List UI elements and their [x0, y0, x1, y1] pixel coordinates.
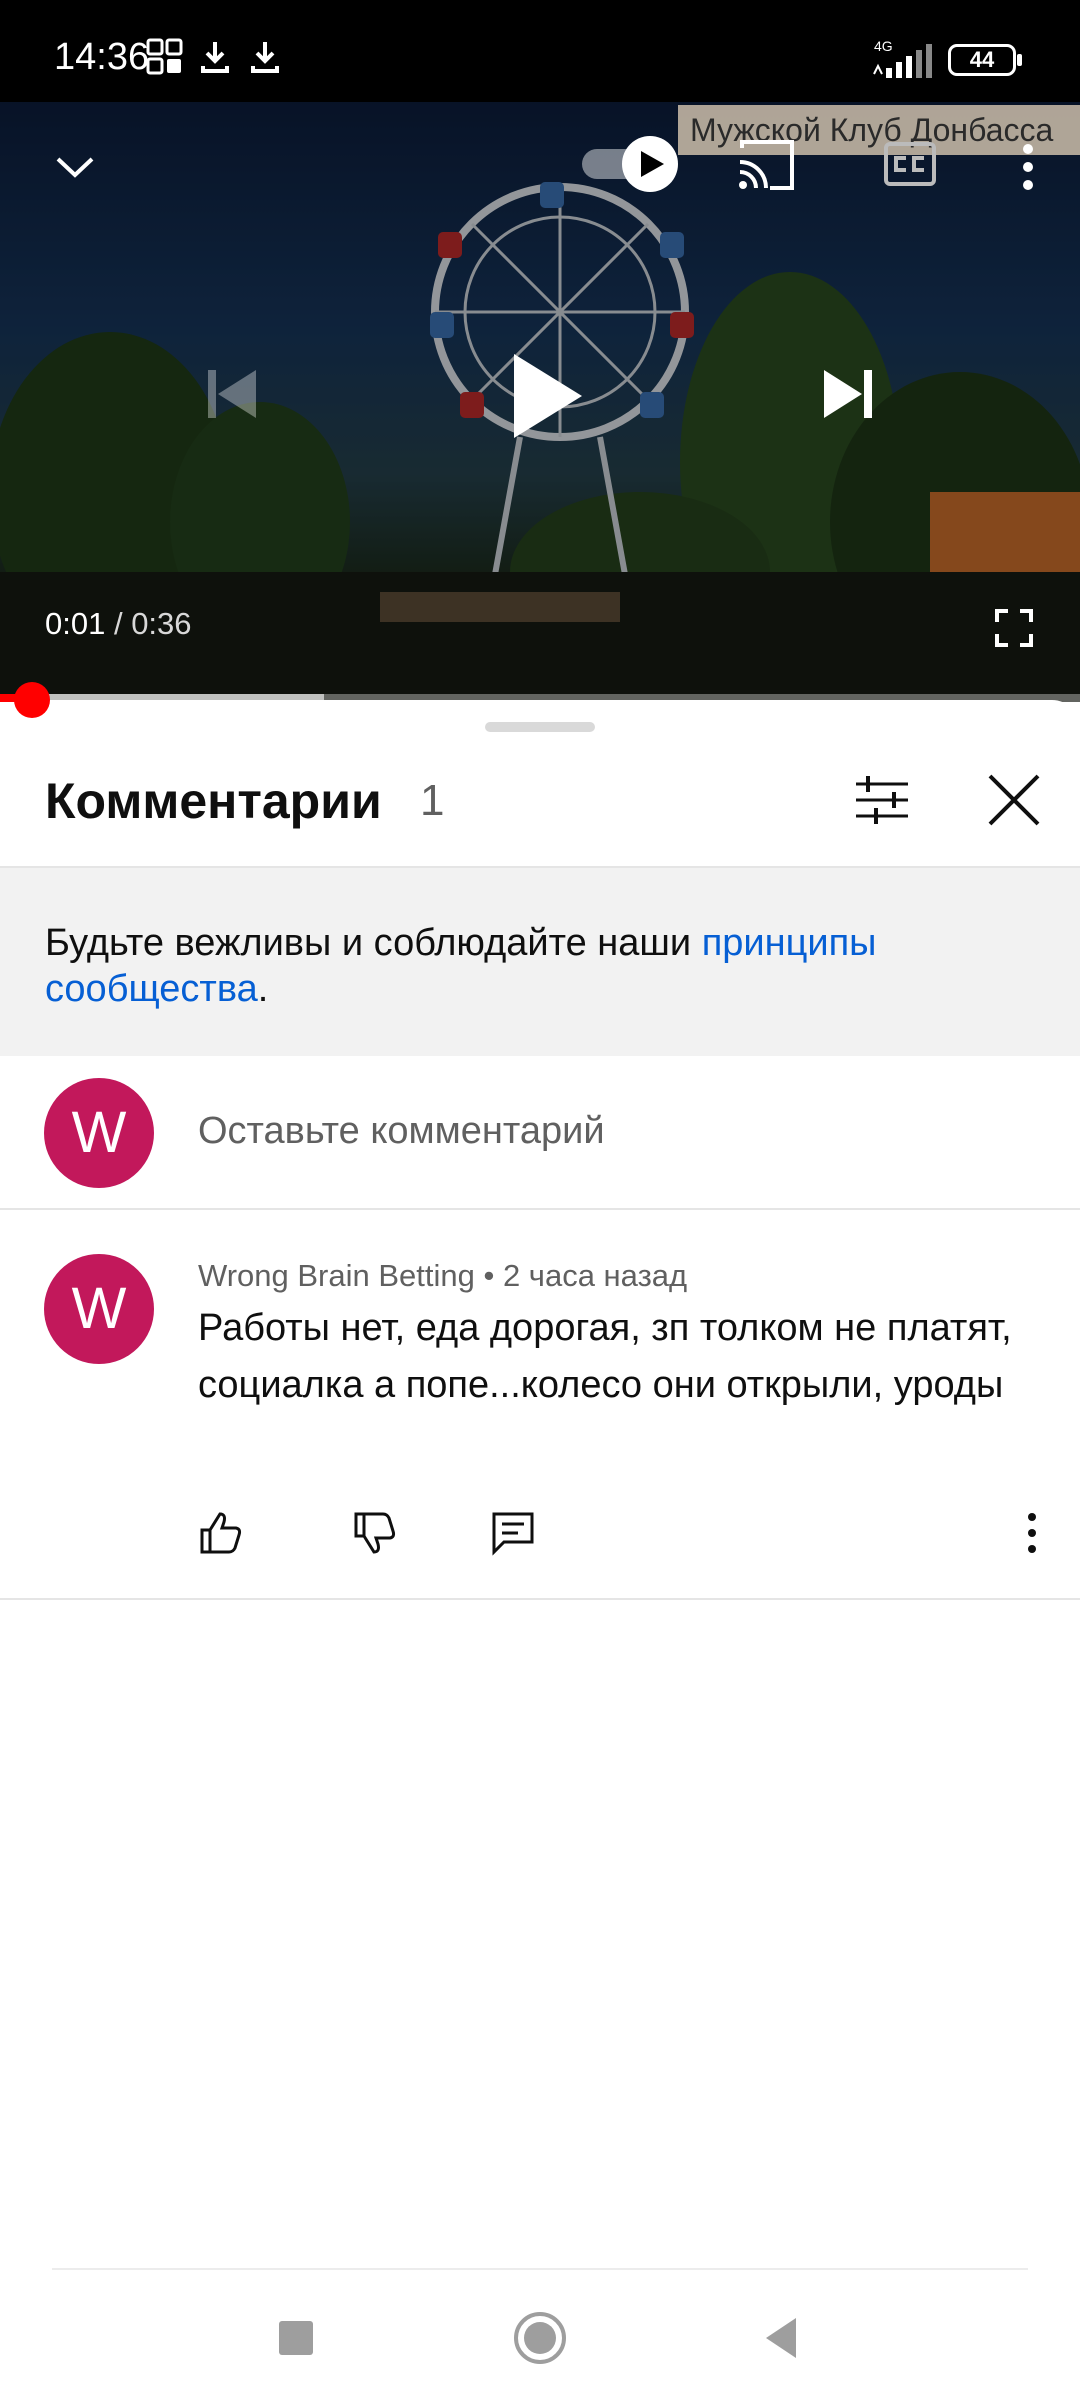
comment-divider [0, 1598, 1080, 1600]
comment-text: Работы нет, еда дорогая, зп толком не пл… [198, 1307, 1012, 1406]
duration: 0:36 [131, 606, 192, 641]
battery-indicator: 44 [948, 44, 1022, 76]
next-icon[interactable] [820, 366, 876, 422]
fullscreen-icon[interactable] [994, 608, 1034, 648]
minimize-chevron-icon[interactable] [52, 144, 98, 190]
comment-author-avatar[interactable]: W [44, 1254, 154, 1364]
community-notice: Будьте вежливы и соблюдайте наши принцип… [0, 868, 1080, 1056]
recents-icon[interactable] [266, 2308, 326, 2368]
sort-filter-icon[interactable] [852, 770, 912, 830]
video-player[interactable]: Мужской Клуб Донбасса 0:01 / 0:36 [0, 102, 1080, 702]
meta-separator: • [474, 1258, 503, 1293]
captions-icon[interactable] [884, 142, 936, 186]
download-icon [251, 42, 279, 73]
close-icon[interactable] [984, 770, 1044, 830]
reply-icon[interactable] [488, 1508, 538, 1558]
comments-count: 1 [420, 776, 445, 825]
nav-divider [52, 2268, 1028, 2270]
back-icon[interactable] [752, 2308, 812, 2368]
notice-end: . [257, 968, 269, 1010]
sheet-title: Комментарии [45, 773, 382, 829]
comment-time: 2 часа назад [502, 1258, 688, 1293]
signal-icon [873, 44, 932, 78]
play-icon[interactable] [510, 350, 586, 442]
comment-input[interactable]: Оставьте комментарий [198, 1110, 605, 1153]
comments-sheet: Комментарии 1 Будьте вежливы и соблюдайт… [0, 700, 1080, 2400]
video-time: 0:01 / 0:36 [45, 606, 192, 642]
cast-icon[interactable] [736, 138, 796, 192]
apps-grid-icon [146, 38, 183, 75]
autoplay-toggle[interactable] [578, 132, 682, 196]
user-avatar: W [44, 1078, 154, 1188]
time-separator: / [105, 606, 132, 641]
download-icon [201, 42, 229, 73]
more-options-icon[interactable] [1016, 142, 1040, 192]
status-time: 14:36 [54, 36, 150, 78]
compose-divider [0, 1208, 1080, 1210]
notice-text: Будьте вежливы и соблюдайте наши [45, 922, 702, 964]
previous-icon[interactable] [204, 366, 260, 422]
status-bar: 14:36 4G 44 [0, 0, 1080, 102]
comment-meta: Wrong Brain Betting • 2 часа назад [198, 1258, 687, 1294]
current-time: 0:01 [45, 606, 106, 641]
dislike-icon[interactable] [350, 1508, 400, 1558]
like-icon[interactable] [196, 1508, 246, 1558]
battery-level: 44 [969, 47, 995, 72]
drag-handle[interactable] [485, 722, 595, 732]
comment-more-icon[interactable] [1020, 1508, 1044, 1558]
home-icon[interactable] [510, 2308, 570, 2368]
comment-author[interactable]: Wrong Brain Betting [198, 1258, 475, 1293]
